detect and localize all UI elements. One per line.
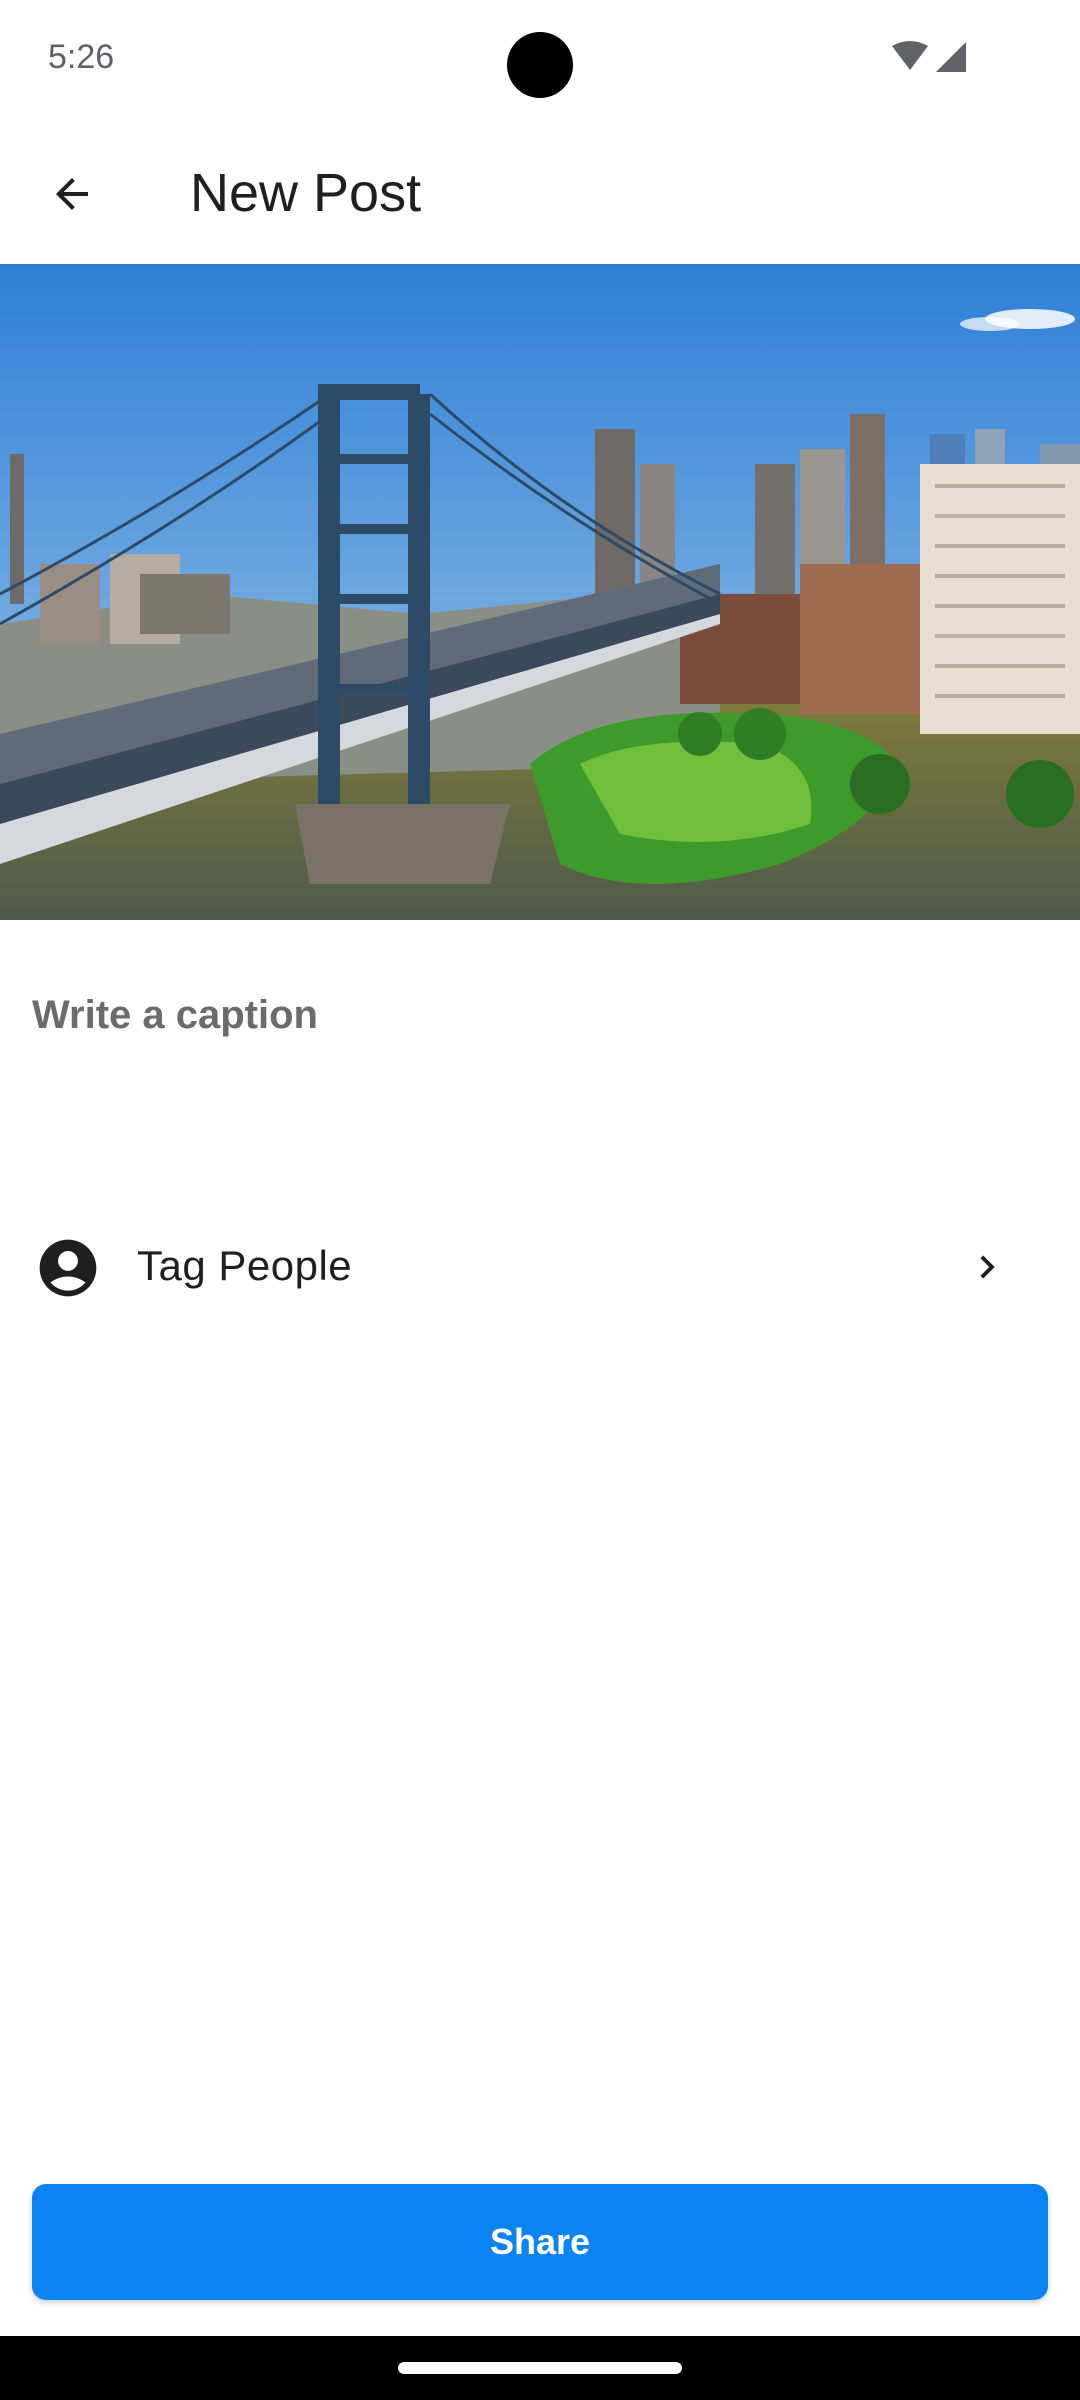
system-nav-bar: [0, 2336, 1080, 2400]
front-camera: [507, 32, 573, 98]
status-icons: [892, 41, 966, 72]
page-title: New Post: [190, 163, 422, 223]
chevron-right-icon: [980, 1255, 995, 1279]
tag-people-row[interactable]: Tag People: [0, 1220, 1080, 1316]
arrow-back-icon: [56, 178, 88, 210]
post-image: [0, 264, 1080, 920]
back-button[interactable]: [34, 156, 110, 232]
caption-input[interactable]: [32, 980, 1048, 1050]
share-button[interactable]: Share: [32, 2184, 1048, 2300]
status-bar: 5:26: [0, 0, 1080, 120]
tag-people-label: Tag People: [137, 1242, 353, 1289]
account-circle-icon: [39, 1239, 97, 1297]
signal-icon: [936, 42, 966, 72]
status-time: 5:26: [48, 38, 115, 76]
post-image-graphic: [0, 264, 1080, 920]
home-indicator[interactable]: [398, 2362, 682, 2374]
app-bar: New Post: [0, 120, 1080, 264]
new-post-screen: 5:26 New Post Write a caption Tag People…: [0, 0, 1080, 2400]
wifi-icon: [892, 41, 928, 70]
